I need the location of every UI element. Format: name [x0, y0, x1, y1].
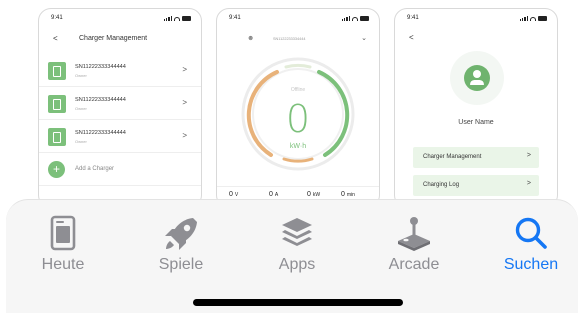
charger-row: SN11222333344444 Owner >: [39, 88, 201, 120]
app-store-screenshot: 9:41 < Charger Management SN112223333444…: [0, 0, 586, 313]
tab-heute[interactable]: Heute: [18, 214, 108, 284]
device-serial: SN1122233334444: [273, 37, 306, 41]
status-bar: 9:41: [51, 15, 191, 25]
charger-role: Owner: [75, 139, 87, 144]
charger-serial: SN11222333344444: [75, 130, 126, 136]
screenshot-charger-management[interactable]: 9:41 < Charger Management SN112223333444…: [38, 8, 202, 208]
signal-icon: [341, 16, 350, 21]
joystick-icon: [398, 217, 430, 251]
status-bar: 9:41: [407, 15, 547, 25]
screen-title: Charger Management: [79, 35, 148, 42]
stat-value: 0: [269, 191, 273, 198]
gauge-arc-top: [284, 64, 312, 69]
stat-unit: V: [234, 192, 239, 198]
status-indicators: [163, 16, 191, 21]
charger-role: Owner: [75, 106, 87, 111]
battery-icon: [360, 16, 369, 21]
charger-role: Owner: [75, 73, 87, 78]
stat-unit: A: [274, 192, 279, 198]
wifi-icon: [530, 16, 536, 21]
tab-label: Spiele: [158, 256, 204, 273]
status-indicators: [341, 16, 369, 21]
tab-label: Arcade: [388, 256, 440, 273]
signal-icon: [519, 16, 528, 21]
stat-value: 0: [307, 191, 311, 198]
tab-label: Apps: [278, 256, 316, 273]
screenshot-dashboard[interactable]: 9:41 ☻ SN1122233334444 ⌄ Offline 0 kW·h …: [216, 8, 380, 208]
status-time: 9:41: [407, 15, 419, 21]
charger-serial: SN11222333344444: [75, 97, 126, 103]
charger-icon: [48, 128, 66, 146]
stat-value: 0: [229, 191, 233, 198]
stat-unit: kW: [312, 192, 321, 198]
wifi-icon: [352, 16, 358, 21]
apps-stack-icon: [282, 218, 312, 246]
charger-serial: SN11222333344444: [75, 64, 126, 70]
tab-label: Heute: [41, 256, 85, 273]
signal-icon: [163, 16, 172, 21]
wifi-icon: [174, 16, 180, 21]
back-icon: <: [53, 34, 58, 43]
battery-icon: [538, 16, 547, 21]
user-icon: ☻: [247, 35, 255, 42]
menu-item-charger-management: Charger Management >: [413, 147, 539, 168]
charger-status: Offline: [290, 87, 306, 93]
chevron-right-icon: >: [182, 131, 187, 140]
search-icon: [515, 217, 547, 249]
add-icon: +: [48, 161, 65, 178]
user-avatar-icon: [464, 65, 490, 91]
charger-icon: [48, 95, 66, 113]
add-charger-label: Add a Charger: [75, 166, 115, 172]
charger-icon: [48, 62, 66, 80]
charger-row: SN11222333344444 Owner >: [39, 121, 201, 153]
user-name: User Name: [458, 119, 494, 126]
add-charger-row: + Add a Charger: [39, 154, 201, 186]
chevron-right-icon: >: [526, 152, 531, 159]
device-selector: ☻ SN1122233334444 ⌄: [217, 35, 379, 47]
screenshot-profile[interactable]: 9:41 < User Name Charger Management > Ch…: [394, 8, 558, 208]
rocket-icon: [165, 218, 197, 250]
chevron-down-icon: ⌄: [361, 35, 367, 42]
status-bar: 9:41: [229, 15, 369, 25]
stat-unit: min: [346, 192, 355, 198]
back-icon: <: [409, 33, 414, 42]
menu-item-label: Charging Log: [423, 182, 460, 188]
menu-item-charging-log: Charging Log >: [413, 175, 539, 196]
stat-value: 0: [341, 191, 345, 198]
tab-apps[interactable]: Apps: [252, 214, 342, 284]
menu-item-label: Charger Management: [423, 154, 482, 160]
tab-bar: Heute Spiele Apps Arcade Suchen: [6, 199, 578, 313]
tab-label: Suchen: [503, 256, 559, 273]
status-time: 9:41: [229, 15, 241, 21]
tab-arcade[interactable]: Arcade: [369, 214, 459, 284]
charger-row: SN11222333344444 Owner >: [39, 55, 201, 87]
status-time: 9:41: [51, 15, 63, 21]
battery-icon: [182, 16, 191, 21]
status-indicators: [519, 16, 547, 21]
tab-suchen[interactable]: Suchen: [486, 214, 576, 284]
tab-spiele[interactable]: Spiele: [136, 214, 226, 284]
home-indicator[interactable]: [193, 299, 403, 306]
avatar: [450, 51, 504, 105]
screen-header: < Charger Management: [51, 34, 201, 48]
chevron-right-icon: >: [182, 98, 187, 107]
energy-value: 0: [285, 97, 311, 141]
chevron-right-icon: >: [182, 65, 187, 74]
today-icon: [50, 215, 76, 251]
energy-unit: kW·h: [289, 143, 307, 150]
chevron-right-icon: >: [526, 180, 531, 187]
